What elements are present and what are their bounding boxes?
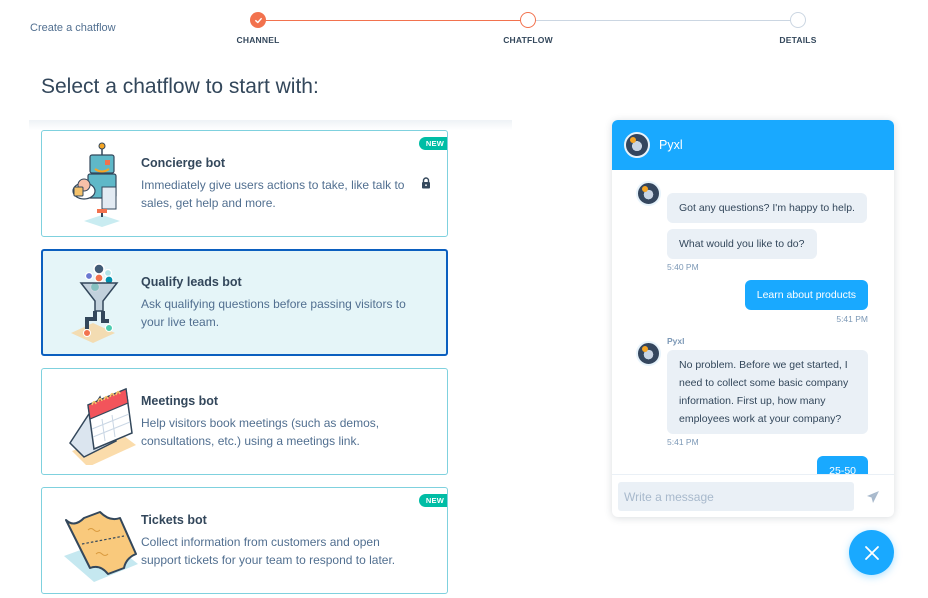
step-label-channel: CHANNEL xyxy=(236,35,280,45)
breadcrumb: Create a chatflow xyxy=(30,22,116,34)
chatflow-list[interactable]: Concierge bot Immediately give users act… xyxy=(29,120,512,598)
send-icon[interactable] xyxy=(866,490,880,504)
lock-icon xyxy=(422,177,430,189)
step-channel[interactable] xyxy=(250,12,266,28)
chatflow-card-qualify-leads[interactable]: Qualify leads bot Ask qualifying questio… xyxy=(41,249,448,356)
chatflow-card-concierge[interactable]: Concierge bot Immediately give users act… xyxy=(41,130,448,237)
chat-composer xyxy=(612,474,894,517)
message-timestamp: 5:40 PM xyxy=(667,262,699,272)
chat-bot-name: Pyxl xyxy=(659,138,683,152)
list-top-shadow xyxy=(29,120,512,130)
card-title: Qualify leads bot xyxy=(141,275,242,289)
ticket-illustration xyxy=(64,511,138,582)
card-title: Meetings bot xyxy=(141,394,219,408)
stepper-line-complete xyxy=(258,20,528,21)
user-message: Learn about products xyxy=(744,280,868,310)
chat-message-list[interactable]: Got any questions? I'm happy to help. Wh… xyxy=(612,170,894,474)
step-chatflow[interactable] xyxy=(520,12,536,28)
bot-avatar-icon xyxy=(624,132,650,158)
card-description: Ask qualifying questions before passing … xyxy=(141,297,406,329)
step-details[interactable] xyxy=(790,12,806,28)
chat-header: Pyxl xyxy=(612,120,894,170)
bot-avatar-icon xyxy=(636,341,661,366)
bot-avatar-icon xyxy=(636,181,661,206)
progress-stepper: CHANNEL CHATFLOW DETAILS xyxy=(237,12,816,52)
card-description: Immediately give users actions to take, … xyxy=(141,178,405,210)
new-badge: NEW xyxy=(418,494,447,507)
card-title: Concierge bot xyxy=(141,156,226,170)
chatflow-card-meetings[interactable]: Meetings bot Help visitors book meetings… xyxy=(41,368,448,475)
funnel-illustration xyxy=(71,263,119,343)
bot-message: No problem. Before we get started, I nee… xyxy=(667,350,868,434)
concierge-robot-illustration xyxy=(72,142,120,227)
card-description: Collect information from customers and o… xyxy=(141,535,396,567)
close-chat-button[interactable] xyxy=(849,530,894,575)
step-label-chatflow: CHATFLOW xyxy=(503,35,553,45)
step-label-details: DETAILS xyxy=(779,35,817,45)
chatflow-card-tickets[interactable]: Tickets bot Collect information from cus… xyxy=(41,487,448,594)
bot-message: What would you like to do? xyxy=(667,229,817,259)
calendar-illustration xyxy=(69,387,136,465)
close-icon xyxy=(864,545,879,560)
bot-message: Got any questions? I'm happy to help. xyxy=(667,193,867,223)
chat-preview-widget: Pyxl Got any questions? I'm happy to hel… xyxy=(612,120,894,517)
stepper-line-upcoming xyxy=(528,20,798,21)
message-timestamp: 5:41 PM xyxy=(836,314,868,324)
message-sender: Pyxl xyxy=(667,336,685,346)
card-title: Tickets bot xyxy=(141,513,207,527)
message-timestamp: 5:41 PM xyxy=(667,437,699,447)
card-description: Help visitors book meetings (such as dem… xyxy=(141,416,380,448)
checkmark-icon xyxy=(254,17,262,23)
user-message: 25-50 xyxy=(817,456,868,474)
new-badge: NEW xyxy=(418,137,447,150)
message-input[interactable] xyxy=(618,482,854,511)
page-title: Select a chatflow to start with: xyxy=(41,75,319,98)
